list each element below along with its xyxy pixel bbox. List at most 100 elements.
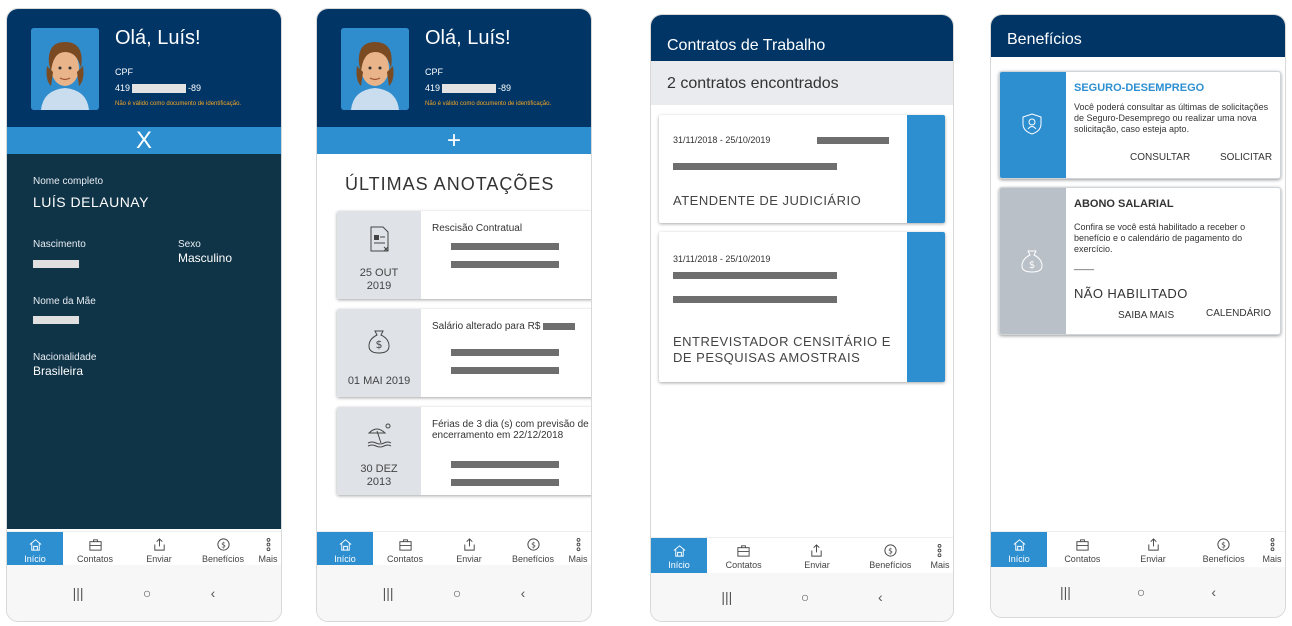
annotation-card[interactable]: $ 01 MAI 2019 Salário alterado para R$ (337, 309, 591, 397)
dollar-circle-icon: $ (526, 538, 540, 551)
nav-label: Contatos (1064, 554, 1101, 564)
annotation-card[interactable]: 30 DEZ 2013 Férias de 3 dia (s) com prev… (337, 407, 591, 495)
full-name-value: LUÍS DELAUNAY (33, 194, 149, 210)
home-button[interactable]: ○ (453, 585, 461, 601)
nav-beneficios[interactable]: $ Benefícios (501, 532, 565, 569)
redacted-bar (451, 243, 559, 250)
abono-salarial-card[interactable]: $ ABONO SALARIAL Confira se você está ha… (999, 187, 1281, 335)
collapse-button[interactable]: X (7, 127, 281, 154)
nav-contatos[interactable]: Contatos (373, 532, 437, 569)
contract-period: 31/11/2018 - 25/10/2019 (673, 254, 771, 264)
document-icon (370, 226, 389, 252)
redacted-bar (451, 349, 559, 356)
contract-period: 31/11/2018 - 25/10/2019 (673, 135, 771, 145)
more-dots-icon (576, 537, 580, 552)
solicitar-button[interactable]: SOLICITAR (1220, 152, 1272, 163)
nav-mais[interactable]: Mais (1259, 532, 1285, 569)
back-button[interactable]: ‹ (878, 589, 883, 605)
phone-contracts: Contratos de Trabalho 2 contratos encont… (650, 14, 954, 622)
nav-enviar[interactable]: Enviar (780, 538, 853, 575)
home-button[interactable]: ○ (801, 589, 809, 605)
nav-mais[interactable]: Mais (255, 532, 281, 569)
avatar (341, 28, 409, 110)
contract-stripe (907, 232, 945, 382)
seguro-desemprego-card[interactable]: SEGURO-DESEMPREGO Você poderá consultar … (999, 71, 1281, 179)
nav-contatos[interactable]: Contatos (63, 532, 127, 569)
sex-label: Sexo (178, 239, 201, 250)
annotation-title-row: Salário alterado para R$ (432, 321, 576, 332)
nav-inicio[interactable]: Início (651, 538, 707, 575)
nav-enviar[interactable]: Enviar (1118, 532, 1189, 569)
seguro-text: Você poderá consultar as últimas de soli… (1074, 102, 1269, 134)
annotation-card[interactable]: 25 OUT 2019 Rescisão Contratual (337, 211, 591, 299)
nav-label: Enviar (1140, 554, 1166, 564)
bottom-nav: Início Contatos Enviar $ Benefícios Mais (651, 537, 953, 575)
nav-beneficios[interactable]: $ Benefícios (854, 538, 927, 575)
nav-label: Enviar (146, 554, 172, 564)
nav-label: Benefícios (1202, 554, 1245, 564)
nav-label: Contatos (725, 560, 762, 570)
dollar-circle-icon: $ (216, 538, 230, 551)
nav-inicio[interactable]: Início (317, 532, 373, 569)
nav-label: Mais (568, 554, 588, 564)
contracts-count: 2 contratos encontrados (651, 61, 953, 105)
nav-enviar[interactable]: Enviar (437, 532, 501, 569)
nav-inicio[interactable]: Início (7, 532, 63, 569)
consultar-button[interactable]: CONSULTAR (1130, 152, 1190, 163)
contract-card[interactable]: 31/11/2018 - 25/10/2019 ATENDENTE DE JUD… (659, 115, 945, 223)
dollar-circle-icon: $ (884, 544, 897, 557)
expand-button[interactable]: + (317, 127, 591, 154)
nav-inicio[interactable]: Início (991, 532, 1047, 569)
back-button[interactable]: ‹ (521, 585, 526, 601)
nav-label: Início (334, 554, 356, 564)
back-button[interactable]: ‹ (1211, 584, 1216, 600)
annotation-date: 25 OUT (359, 267, 399, 279)
nationality-label: Nacionalidade (33, 352, 97, 363)
briefcase-icon (398, 539, 412, 551)
upload-icon (153, 538, 165, 551)
cpf-label: CPF (115, 67, 133, 77)
abono-divider: ____ (1074, 260, 1095, 270)
nav-contatos[interactable]: Contatos (1047, 532, 1118, 569)
recent-apps-button[interactable]: ||| (73, 585, 84, 601)
benefits-header: Benefícios (991, 15, 1285, 57)
nav-mais[interactable]: Mais (927, 538, 953, 575)
nav-enviar[interactable]: Enviar (127, 532, 191, 569)
nav-label: Enviar (804, 560, 830, 570)
money-bag-icon: $ (368, 330, 390, 354)
contract-card[interactable]: 31/11/2018 - 25/10/2019 ENTREVISTADOR CE… (659, 232, 945, 382)
back-button[interactable]: ‹ (211, 585, 216, 601)
svg-text:$: $ (531, 540, 536, 549)
annotation-title: Férias de 3 dia (s) com previsão de ence… (432, 419, 589, 441)
svg-text:$: $ (888, 546, 893, 555)
phone-benefits: Benefícios SEGURO-DESEMPREGO Você poderá… (990, 14, 1286, 618)
recent-apps-button[interactable]: ||| (721, 589, 732, 605)
more-dots-icon (266, 537, 270, 552)
calendario-button[interactable]: CALENDÁRIO (1206, 308, 1271, 319)
phone-annotations: Olá, Luís! CPF 419 -89 Não é válido como… (316, 8, 592, 622)
saiba-mais-button[interactable]: SAIBA MAIS (1118, 310, 1174, 321)
nav-contatos[interactable]: Contatos (707, 538, 780, 575)
nav-beneficios[interactable]: $ Benefícios (1188, 532, 1259, 569)
nav-beneficios[interactable]: $ Benefícios (191, 532, 255, 569)
contract-role: ENTREVISTADOR CENSITÁRIO E DE PESQUISAS … (673, 334, 891, 365)
mother-label: Nome da Mãe (33, 296, 96, 307)
annotation-date: 01 MAI 2019 (347, 375, 411, 387)
cpf-suffix: -89 (498, 83, 512, 93)
cpf-prefix: 419 (425, 83, 441, 93)
nav-label: Mais (1262, 554, 1282, 564)
home-button[interactable]: ○ (143, 585, 151, 601)
system-nav-bar: ||| ○ ‹ (7, 565, 281, 621)
recent-apps-button[interactable]: ||| (1060, 584, 1071, 600)
birth-mask (33, 260, 79, 268)
svg-text:$: $ (1029, 260, 1035, 271)
nav-label: Início (668, 560, 690, 570)
svg-text:$: $ (376, 338, 383, 351)
recent-apps-button[interactable]: ||| (383, 585, 394, 601)
shield-icon (1022, 113, 1042, 135)
redacted-bar (451, 479, 559, 486)
nav-mais[interactable]: Mais (565, 532, 591, 569)
beach-icon (367, 423, 392, 448)
home-button[interactable]: ○ (1137, 584, 1145, 600)
system-nav-bar: ||| ○ ‹ (651, 573, 953, 621)
